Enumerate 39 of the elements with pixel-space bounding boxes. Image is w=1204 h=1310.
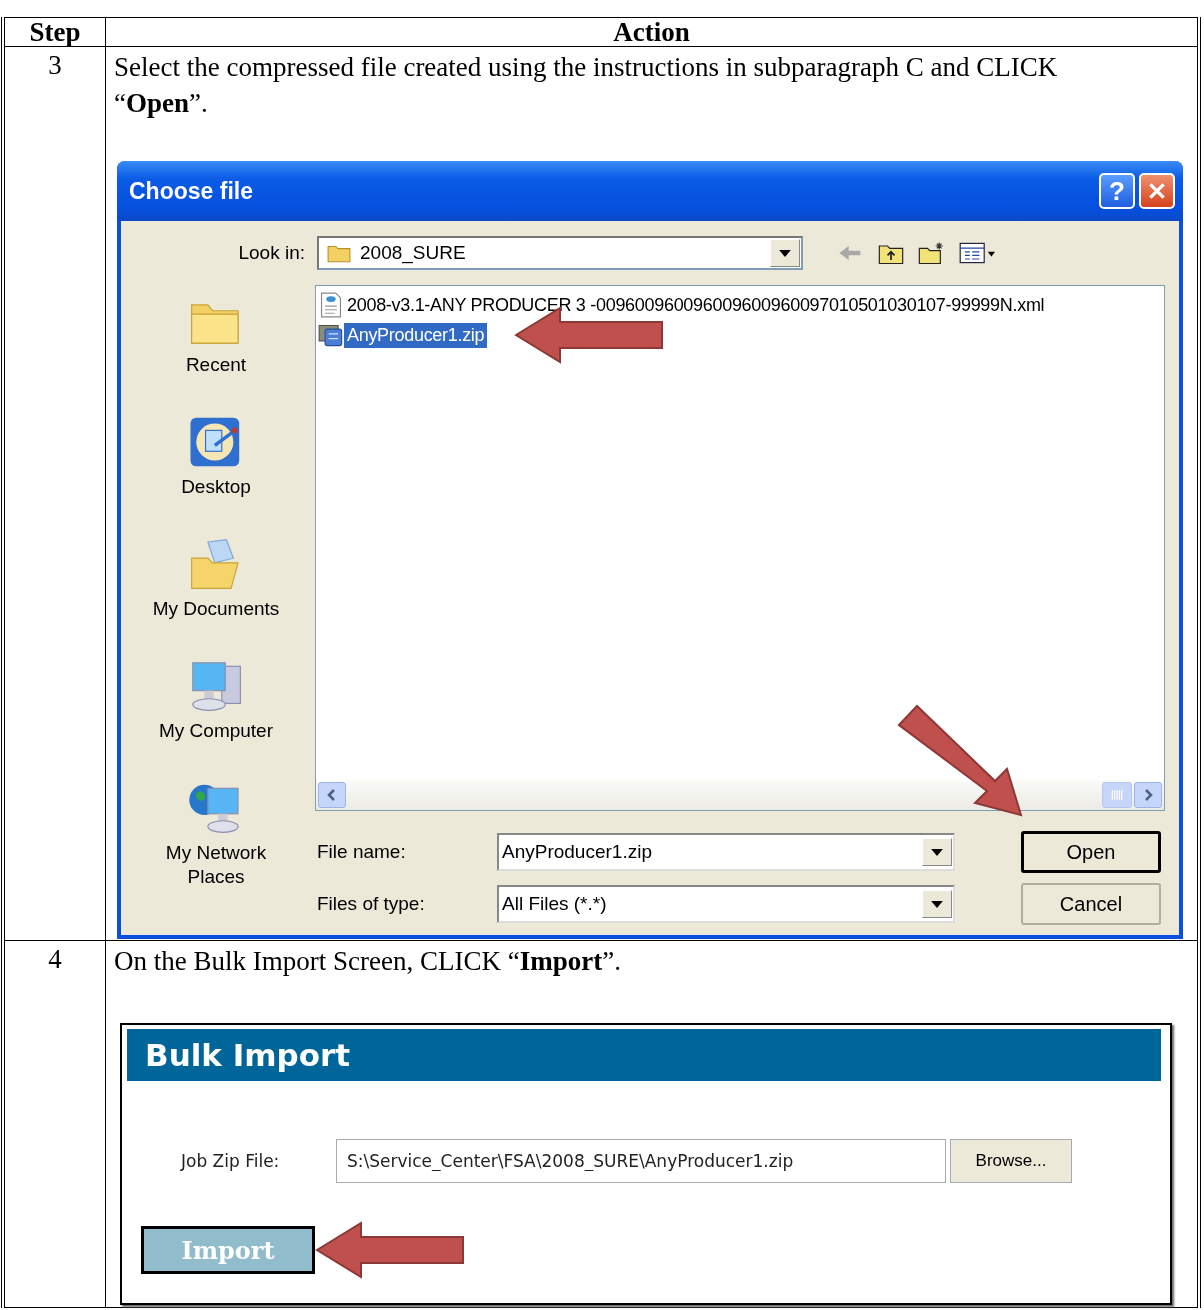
scroll-right-icon[interactable] xyxy=(1134,782,1162,808)
places-bar-item[interactable]: Desktop xyxy=(141,413,291,521)
column-header: Action xyxy=(105,17,1199,47)
document-icon xyxy=(318,292,344,318)
file-item[interactable]: 2008-v3.1-ANY PRODUCER 3 -009600960096009600960097010501030107-99999N.xml xyxy=(344,292,1048,318)
folder-icon xyxy=(327,243,351,263)
scroll-thumb[interactable] xyxy=(1102,782,1132,808)
horizontal-scrollbar[interactable] xyxy=(316,780,1164,810)
places-bar-item[interactable]: My Network Places xyxy=(141,779,291,889)
page-title: Bulk Import xyxy=(145,1037,351,1073)
look-in-value: 2008_SURE xyxy=(359,242,467,264)
browse-button[interactable]: Browse... xyxy=(950,1139,1072,1183)
help-button[interactable]: ? xyxy=(1099,173,1135,209)
step-number: 3 xyxy=(3,46,106,941)
view-menu-icon[interactable] xyxy=(957,241,997,265)
file-type-dropdown[interactable]: All Files (*.*) xyxy=(497,885,955,923)
file-name-label: File name: xyxy=(316,841,407,863)
close-icon[interactable] xyxy=(1146,180,1168,202)
file-name-field[interactable]: AnyProducer1.zip xyxy=(497,833,955,871)
places-bar-item[interactable]: My Documents xyxy=(141,535,291,643)
archive-icon xyxy=(318,322,344,348)
close-button[interactable] xyxy=(1139,173,1175,209)
look-in-label: Look in: xyxy=(237,242,305,264)
cancel-button[interactable]: Cancel xyxy=(1021,883,1161,925)
look-in-dropdown[interactable]: 2008_SURE xyxy=(317,236,803,270)
job-zip-file-label: Job Zip File: xyxy=(181,1151,281,1171)
new-folder-icon[interactable] xyxy=(917,241,945,265)
step-number: 4 xyxy=(3,940,106,1308)
instruction-text: On the Bulk Import Screen, CLICK “Import”. xyxy=(114,945,622,978)
dialog-title: Choose file xyxy=(129,177,253,205)
scroll-left-icon[interactable] xyxy=(318,782,346,808)
column-header: Step xyxy=(3,17,106,47)
open-button[interactable]: Open xyxy=(1021,831,1161,873)
file-path-field[interactable]: S:\Service_Center\FSA\2008_SURE\AnyProducer1.zip xyxy=(336,1139,946,1183)
files-of-type-label: Files of type: xyxy=(316,893,426,915)
file-item[interactable]: AnyProducer1.zip xyxy=(344,322,488,348)
places-bar-item[interactable]: My Computer xyxy=(141,657,291,765)
instruction-text: Select the compressed file created using the instructions in subparagraph C and CLICK “Open”. xyxy=(114,51,1059,120)
places-bar-item[interactable]: Recent xyxy=(141,291,291,399)
